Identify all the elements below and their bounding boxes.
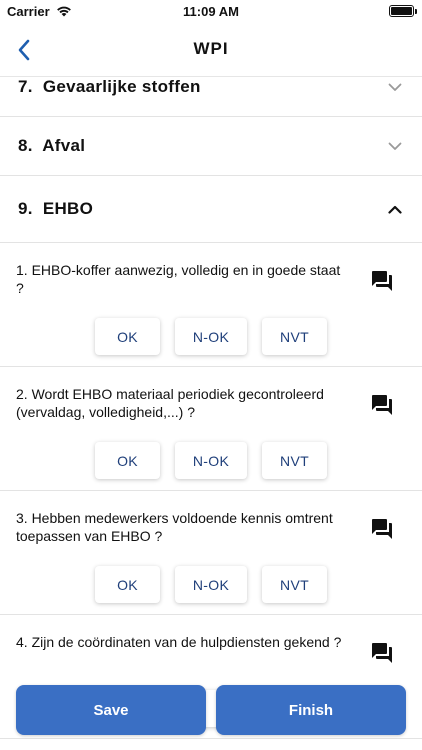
save-button[interactable]: Save bbox=[16, 685, 206, 735]
section-afval[interactable]: 8. Afval bbox=[0, 117, 422, 176]
navigation-bar: WPI bbox=[0, 22, 422, 77]
battery-icon bbox=[389, 5, 417, 17]
answer-group: OK N-OK NVT bbox=[95, 318, 327, 355]
checklist-content[interactable]: 7. Gevaarlijke stoffen 8. Afval 9. EHBO … bbox=[0, 77, 422, 750]
chevron-down-icon bbox=[388, 83, 402, 91]
section-gevaarlijke-stoffen[interactable]: 7. Gevaarlijke stoffen bbox=[0, 77, 422, 117]
question-text: 1. EHBO-koffer aanwezig, volledig en in … bbox=[16, 262, 341, 296]
question-item: 1. EHBO-koffer aanwezig, volledig en in … bbox=[0, 243, 422, 367]
section-title: 9. EHBO bbox=[18, 199, 94, 218]
back-button[interactable] bbox=[12, 36, 36, 64]
comment-icon[interactable] bbox=[370, 517, 394, 541]
nvt-button[interactable]: NVT bbox=[262, 566, 327, 603]
comment-icon[interactable] bbox=[370, 269, 394, 293]
chevron-down-icon bbox=[388, 142, 402, 150]
section-title: 8. Afval bbox=[18, 136, 86, 155]
question-item: 3. Hebben medewerkers voldoende kennis o… bbox=[0, 491, 422, 615]
question-text: 2. Wordt EHBO materiaal periodiek gecont… bbox=[16, 386, 324, 420]
ok-button[interactable]: OK bbox=[95, 442, 160, 479]
nvt-button[interactable]: NVT bbox=[262, 318, 327, 355]
nvt-button[interactable]: NVT bbox=[262, 442, 327, 479]
carrier-label: Carrier bbox=[7, 3, 50, 19]
comment-icon[interactable] bbox=[370, 393, 394, 417]
ok-button[interactable]: OK bbox=[95, 566, 160, 603]
section-title: 7. Gevaarlijke stoffen bbox=[18, 77, 201, 96]
answer-group: OK N-OK NVT bbox=[95, 566, 327, 603]
n-ok-button[interactable]: N-OK bbox=[175, 442, 247, 479]
chevron-up-icon bbox=[388, 205, 402, 214]
wifi-icon bbox=[56, 6, 71, 17]
question-text: 4. Zijn de coördinaten van de hulpdienst… bbox=[16, 634, 342, 650]
page-title: WPI bbox=[193, 39, 229, 58]
finish-button[interactable]: Finish bbox=[216, 685, 406, 735]
n-ok-button[interactable]: N-OK bbox=[175, 318, 247, 355]
comment-icon[interactable] bbox=[370, 641, 394, 665]
action-bar: Save Finish bbox=[0, 685, 422, 750]
status-bar: Carrier 11:09 AM bbox=[0, 0, 422, 22]
ok-button[interactable]: OK bbox=[95, 318, 160, 355]
answer-group: OK N-OK NVT bbox=[95, 442, 327, 479]
question-text: 3. Hebben medewerkers voldoende kennis o… bbox=[16, 510, 333, 544]
status-left: Carrier bbox=[7, 4, 72, 19]
n-ok-button[interactable]: N-OK bbox=[175, 566, 247, 603]
chevron-left-icon bbox=[18, 39, 30, 61]
section-ehbo[interactable]: 9. EHBO bbox=[0, 176, 422, 243]
question-item: 2. Wordt EHBO materiaal periodiek gecont… bbox=[0, 367, 422, 491]
